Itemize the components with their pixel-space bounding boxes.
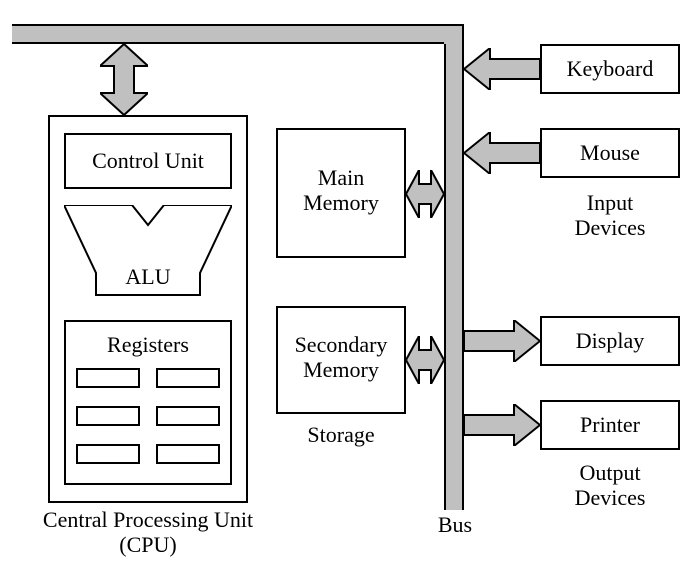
- secondary-memory-label: Secondary Memory: [276, 332, 406, 383]
- register-cell: [156, 444, 220, 464]
- bus-label: Bus: [420, 512, 490, 537]
- double-arrow-icon: [406, 336, 444, 384]
- bus-vertical: [444, 42, 464, 510]
- input-devices-caption: Input Devices: [540, 190, 680, 241]
- display-label: Display: [540, 328, 680, 353]
- double-arrow-icon: [100, 44, 148, 115]
- register-cell: [76, 406, 140, 426]
- storage-caption: Storage: [276, 422, 406, 447]
- register-cell: [76, 444, 140, 464]
- register-cell: [156, 368, 220, 388]
- register-cell: [76, 368, 140, 388]
- alu-label: ALU: [64, 264, 232, 289]
- register-cell: [156, 406, 220, 426]
- arrow-left-icon: [464, 48, 540, 90]
- cpu-caption: Central Processing Unit (CPU): [18, 507, 278, 558]
- printer-label: Printer: [540, 412, 680, 437]
- arrow-right-icon: [464, 320, 540, 362]
- output-devices-caption: Output Devices: [540, 460, 680, 511]
- registers-label: Registers: [64, 332, 232, 357]
- bus-corner-mask: [446, 26, 462, 44]
- architecture-diagram: Bus Control Unit ALU Registers Central P…: [0, 0, 700, 568]
- double-arrow-icon: [406, 170, 444, 218]
- control-unit-label: Control Unit: [64, 148, 232, 173]
- mouse-label: Mouse: [540, 140, 680, 165]
- main-memory-label: Main Memory: [276, 165, 406, 216]
- arrow-right-icon: [464, 404, 540, 446]
- keyboard-label: Keyboard: [540, 56, 680, 81]
- bus-horizontal: [12, 24, 462, 44]
- arrow-left-icon: [464, 132, 540, 174]
